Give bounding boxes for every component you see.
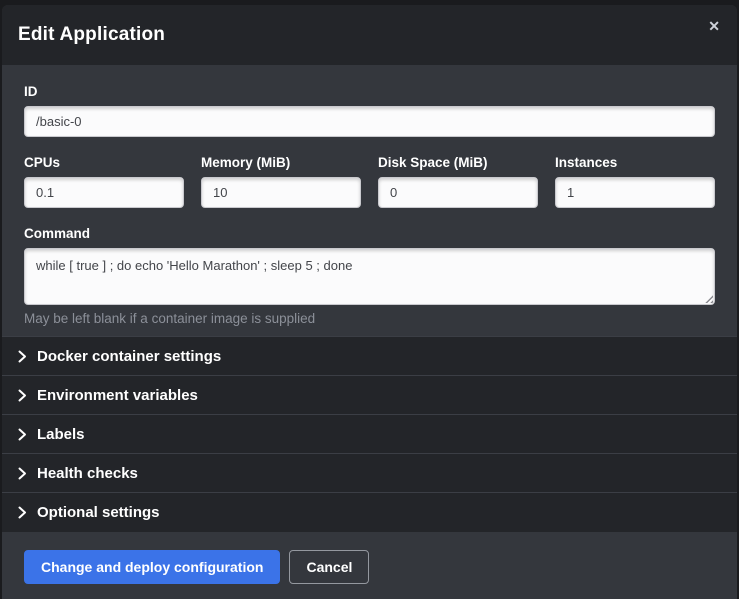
memory-field-group: Memory (MiB) — [201, 155, 361, 208]
cpus-field-group: CPUs — [24, 155, 184, 208]
section-optional-settings[interactable]: Optional settings — [2, 493, 737, 532]
id-field-group: ID — [24, 84, 715, 137]
command-field-group: Command while [ true ] ; do echo 'Hello … — [24, 226, 715, 326]
disk-label: Disk Space (MiB) — [378, 155, 538, 170]
id-label: ID — [24, 84, 715, 99]
chevron-right-icon — [18, 428, 27, 441]
chevron-right-icon — [18, 389, 27, 402]
disk-input[interactable] — [378, 177, 538, 208]
chevron-right-icon — [18, 467, 27, 480]
modal-header: Edit Application ✕ — [2, 5, 737, 65]
section-docker-container-settings[interactable]: Docker container settings — [2, 337, 737, 376]
modal-footer: Change and deploy configuration Cancel — [2, 532, 737, 599]
change-and-deploy-button[interactable]: Change and deploy configuration — [24, 550, 280, 584]
edit-application-modal: Edit Application ✕ ID CPUs Memory (MiB) … — [2, 5, 737, 599]
section-label: Optional settings — [37, 504, 160, 521]
memory-input[interactable] — [201, 177, 361, 208]
section-label: Docker container settings — [37, 348, 221, 365]
instances-input[interactable] — [555, 177, 715, 208]
close-icon[interactable]: ✕ — [708, 19, 720, 33]
resources-row: CPUs Memory (MiB) Disk Space (MiB) Insta… — [24, 155, 715, 208]
disk-field-group: Disk Space (MiB) — [378, 155, 538, 208]
section-labels[interactable]: Labels — [2, 415, 737, 454]
cpus-label: CPUs — [24, 155, 184, 170]
command-help-text: May be left blank if a container image i… — [24, 311, 715, 326]
cpus-input[interactable] — [24, 177, 184, 208]
modal-title: Edit Application — [18, 24, 165, 46]
section-label: Health checks — [37, 465, 138, 482]
memory-label: Memory (MiB) — [201, 155, 361, 170]
command-label: Command — [24, 226, 715, 241]
application-form: ID CPUs Memory (MiB) Disk Space (MiB) In… — [2, 65, 737, 336]
instances-field-group: Instances — [555, 155, 715, 208]
chevron-right-icon — [18, 350, 27, 363]
command-input[interactable]: while [ true ] ; do echo 'Hello Marathon… — [24, 248, 715, 305]
chevron-right-icon — [18, 506, 27, 519]
section-environment-variables[interactable]: Environment variables — [2, 376, 737, 415]
instances-label: Instances — [555, 155, 715, 170]
section-label: Labels — [37, 426, 85, 443]
id-input[interactable] — [24, 106, 715, 137]
section-label: Environment variables — [37, 387, 198, 404]
cancel-button[interactable]: Cancel — [289, 550, 369, 584]
section-health-checks[interactable]: Health checks — [2, 454, 737, 493]
collapsible-sections: Docker container settings Environment va… — [2, 336, 737, 532]
